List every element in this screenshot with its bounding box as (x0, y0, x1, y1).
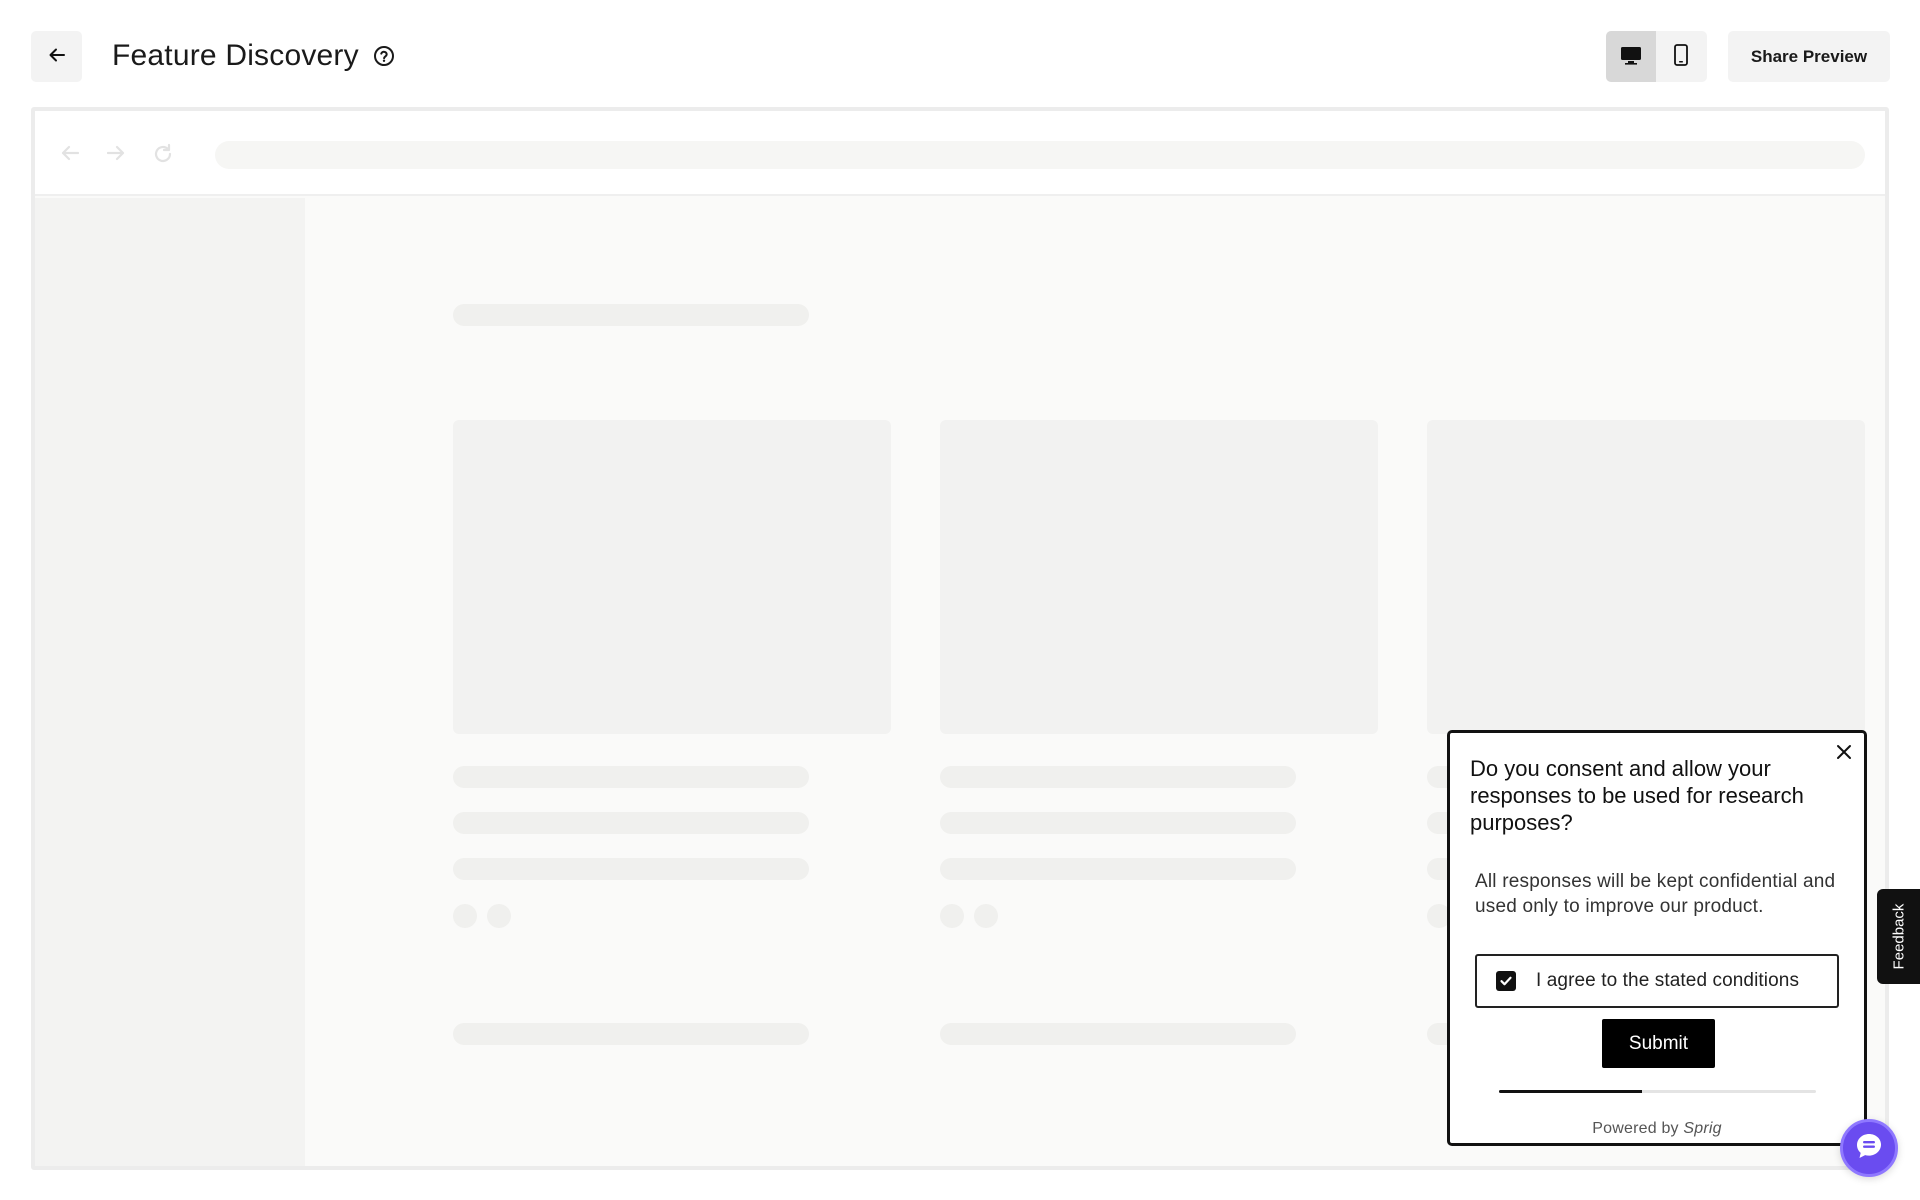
mobile-view-button[interactable] (1656, 31, 1706, 82)
skeleton-line (453, 1023, 809, 1045)
consent-checkbox-option[interactable]: I agree to the stated conditions (1475, 954, 1839, 1008)
question-circle-icon[interactable] (373, 45, 395, 67)
powered-by-prefix: Powered by (1592, 1120, 1684, 1137)
skeleton-heading (453, 304, 809, 326)
skeleton-line (940, 766, 1296, 788)
skeleton-card-1 (453, 420, 891, 734)
skeleton-card-2 (940, 420, 1378, 734)
powered-by: Powered by Sprig (1450, 1120, 1864, 1138)
sprig-brand[interactable]: Sprig (1683, 1120, 1721, 1137)
back-arrow-icon[interactable] (59, 142, 81, 164)
share-preview-button[interactable]: Share Preview (1728, 31, 1890, 82)
mobile-icon (1672, 43, 1690, 70)
skeleton-line (453, 858, 809, 880)
skeleton-dot (453, 904, 477, 928)
survey-question: Do you consent and allow your responses … (1470, 756, 1804, 835)
checkbox-checked-icon[interactable] (1496, 971, 1516, 991)
survey-progress-fill (1499, 1090, 1642, 1093)
skeleton-dot (974, 904, 998, 928)
skeleton-line (940, 858, 1296, 880)
desktop-view-button[interactable] (1606, 31, 1656, 82)
reload-icon[interactable] (151, 142, 175, 166)
skeleton-dot (940, 904, 964, 928)
skeleton-line (940, 812, 1296, 834)
browser-toolbar (35, 111, 1885, 196)
submit-button[interactable]: Submit (1602, 1019, 1715, 1068)
desktop-icon (1619, 44, 1643, 69)
skeleton-line (453, 766, 809, 788)
chat-launcher-button[interactable] (1840, 1119, 1898, 1177)
survey-description: All responses will be kept confidential … (1475, 871, 1836, 917)
back-button[interactable] (31, 31, 82, 82)
arrow-left-icon (47, 45, 67, 68)
feedback-tab[interactable]: Feedback (1877, 889, 1920, 984)
device-toggle (1606, 31, 1707, 82)
survey-modal: Do you consent and allow your responses … (1447, 730, 1867, 1146)
skeleton-line (940, 1023, 1296, 1045)
survey-progress-bar (1499, 1090, 1816, 1093)
page-title-text: Feature Discovery (112, 39, 359, 72)
feedback-tab-label: Feedback (1890, 903, 1907, 970)
forward-arrow-icon[interactable] (105, 142, 127, 164)
chat-bubble-icon (1854, 1131, 1884, 1166)
app-root: Feature Discovery Share Preview Do you c… (0, 0, 1920, 1200)
consent-label: I agree to the stated conditions (1536, 970, 1800, 991)
page-title: Feature Discovery (112, 34, 395, 78)
url-bar[interactable] (215, 141, 1865, 169)
sidebar-placeholder (35, 198, 305, 1166)
skeleton-card-3 (1427, 420, 1865, 734)
skeleton-dot (487, 904, 511, 928)
skeleton-line (453, 812, 809, 834)
